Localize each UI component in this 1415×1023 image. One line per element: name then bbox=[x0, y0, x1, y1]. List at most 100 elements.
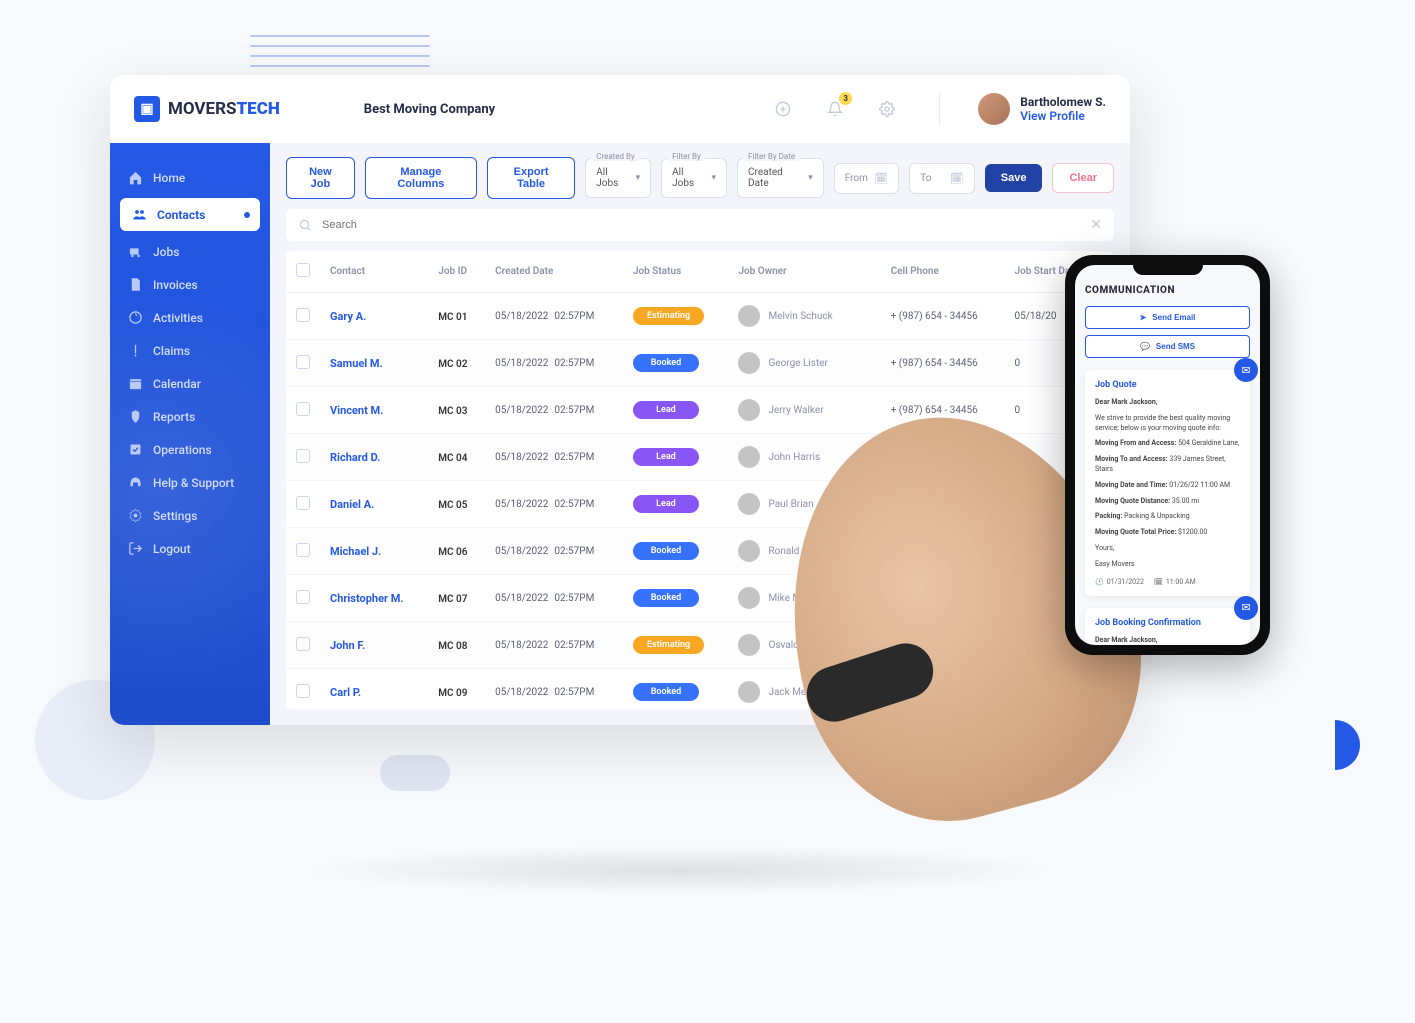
send-sms-button[interactable]: 💬 Send SMS bbox=[1085, 335, 1250, 358]
sidebar-item-label: Home bbox=[153, 171, 185, 185]
sidebar-item-activities[interactable]: Activities bbox=[110, 301, 270, 334]
owner-avatar bbox=[738, 399, 760, 421]
filter-by-select[interactable]: Filter By All Jobs ▾ bbox=[661, 158, 727, 198]
sidebar-item-jobs[interactable]: Jobs bbox=[110, 235, 270, 268]
phone-notch bbox=[1133, 261, 1203, 275]
row-checkbox[interactable] bbox=[296, 496, 310, 510]
created-date: 05/18/202202:57PM bbox=[485, 340, 623, 387]
sidebar-item-operations[interactable]: Operations bbox=[110, 433, 270, 466]
row-checkbox[interactable] bbox=[296, 543, 310, 557]
quote-dist-value: 35.00 mi bbox=[1172, 497, 1199, 505]
status-pill: Estimating bbox=[633, 307, 704, 325]
contact-link[interactable]: Michael J. bbox=[330, 545, 381, 558]
select-label: Filter By Date bbox=[744, 152, 799, 161]
status-pill: Booked bbox=[633, 589, 699, 607]
sidebar-item-reports[interactable]: Reports bbox=[110, 400, 270, 433]
export-table-button[interactable]: Export Table bbox=[487, 157, 575, 199]
quote-total-label: Moving Quote Total Price: bbox=[1095, 528, 1176, 536]
status-pill: Lead bbox=[633, 401, 699, 419]
created-by-select[interactable]: Created By All Jobs ▾ bbox=[585, 158, 651, 198]
sidebar-item-calendar[interactable]: Calendar bbox=[110, 367, 270, 400]
sidebar-item-invoices[interactable]: Invoices bbox=[110, 268, 270, 301]
contact-link[interactable]: Gary A. bbox=[330, 310, 366, 323]
created-date: 05/18/202202:57PM bbox=[485, 528, 623, 575]
job-confirmation-card: ✉ Job Booking Confirmation Dear Mark Jac… bbox=[1085, 608, 1250, 645]
select-all-checkbox[interactable] bbox=[296, 263, 310, 277]
notifications-button[interactable]: 3 bbox=[821, 95, 849, 123]
date-from-input[interactable]: From 🗓 bbox=[834, 163, 900, 194]
row-checkbox[interactable] bbox=[296, 637, 310, 651]
job-id: MC 07 bbox=[438, 594, 467, 605]
col-jobid: Job ID bbox=[428, 251, 485, 293]
mail-badge-icon: ✉ bbox=[1234, 596, 1258, 620]
status-pill: Lead bbox=[633, 448, 699, 466]
contact-link[interactable]: Richard D. bbox=[330, 451, 380, 464]
date-to-input[interactable]: To 🗓 bbox=[909, 163, 975, 194]
status-pill: Estimating bbox=[633, 636, 704, 654]
settings-icon[interactable] bbox=[873, 95, 901, 123]
user-block[interactable]: Bartholomew S. View Profile bbox=[978, 93, 1106, 125]
logo-text-2: TECH bbox=[236, 99, 279, 119]
new-job-button[interactable]: New Job bbox=[286, 157, 355, 199]
contact-link[interactable]: John F. bbox=[330, 639, 365, 652]
mail-badge-icon: ✉ bbox=[1234, 358, 1258, 382]
date-placeholder: To bbox=[920, 173, 931, 184]
contact-link[interactable]: Daniel A. bbox=[330, 498, 374, 511]
save-button[interactable]: Save bbox=[985, 164, 1043, 192]
date-placeholder: From bbox=[845, 173, 868, 184]
status-pill: Booked bbox=[633, 542, 699, 560]
status-pill: Booked bbox=[633, 683, 699, 701]
row-checkbox[interactable] bbox=[296, 402, 310, 416]
shadow bbox=[300, 845, 1060, 895]
owner-name: Jerry Walker bbox=[768, 405, 823, 416]
send-sms-label: Send SMS bbox=[1156, 342, 1195, 351]
contact-link[interactable]: Carl P. bbox=[330, 686, 361, 699]
row-checkbox[interactable] bbox=[296, 449, 310, 463]
calendar-icon: 🗓 bbox=[1154, 578, 1163, 586]
sidebar-item-logout[interactable]: Logout bbox=[110, 532, 270, 565]
row-checkbox[interactable] bbox=[296, 308, 310, 322]
add-button[interactable] bbox=[769, 95, 797, 123]
status-pill: Booked bbox=[633, 354, 699, 372]
row-checkbox[interactable] bbox=[296, 590, 310, 604]
quote-from-value: 504 Geraldine Lane, bbox=[1178, 439, 1239, 447]
sidebar-item-help[interactable]: Help & Support bbox=[110, 466, 270, 499]
quote-intro: We strive to provide the best quality mo… bbox=[1095, 414, 1240, 434]
hand-phone-overlay: COMMUNICATION ➤ Send Email 💬 Send SMS ✉ … bbox=[910, 255, 1270, 775]
confirmation-title: Job Booking Confirmation bbox=[1095, 618, 1240, 628]
sidebar-item-label: Operations bbox=[153, 443, 212, 457]
sidebar-item-claims[interactable]: Claims bbox=[110, 334, 270, 367]
created-date: 05/18/202202:57PM bbox=[485, 575, 623, 622]
clear-button[interactable]: Clear bbox=[1052, 163, 1114, 193]
sidebar-item-home[interactable]: Home bbox=[110, 161, 270, 194]
sidebar-item-settings[interactable]: Settings bbox=[110, 499, 270, 532]
owner-cell: Jerry Walker bbox=[738, 399, 870, 421]
owner-avatar bbox=[738, 587, 760, 609]
status-pill: Lead bbox=[633, 495, 699, 513]
manage-columns-button[interactable]: Manage Columns bbox=[365, 157, 477, 199]
quote-dt-value: 01/26/22 11:00 AM bbox=[1169, 481, 1230, 489]
contact-link[interactable]: Vincent M. bbox=[330, 404, 383, 417]
send-icon: ➤ bbox=[1140, 313, 1147, 322]
view-profile-link[interactable]: View Profile bbox=[1020, 109, 1106, 123]
meta-time: 11:00 AM bbox=[1166, 578, 1196, 586]
quote-meta: 🕐 01/31/2022 🗓 11:00 AM bbox=[1095, 578, 1240, 586]
col-status: Job Status bbox=[623, 251, 729, 293]
clear-search-icon[interactable]: ✕ bbox=[1090, 217, 1102, 233]
select-value: All Jobs bbox=[596, 167, 629, 189]
owner-avatar bbox=[738, 681, 760, 703]
created-date: 05/18/202202:57PM bbox=[485, 387, 623, 434]
search-input[interactable] bbox=[322, 219, 1080, 231]
logo-mark-icon: ▣ bbox=[134, 96, 160, 122]
send-email-button[interactable]: ➤ Send Email bbox=[1085, 306, 1250, 329]
contact-link[interactable]: Samuel M. bbox=[330, 357, 383, 370]
row-checkbox[interactable] bbox=[296, 355, 310, 369]
job-id: MC 08 bbox=[438, 641, 467, 652]
contact-link[interactable]: Christopher M. bbox=[330, 592, 404, 605]
filter-by-date-select[interactable]: Filter By Date Created Date ▾ bbox=[737, 158, 824, 198]
row-checkbox[interactable] bbox=[296, 684, 310, 698]
quote-to-label: Moving To and Access: bbox=[1095, 455, 1168, 463]
owner-avatar bbox=[738, 493, 760, 515]
sidebar-item-contacts[interactable]: Contacts bbox=[120, 198, 260, 231]
confirmation-greeting: Dear Mark Jackson, bbox=[1095, 636, 1158, 644]
